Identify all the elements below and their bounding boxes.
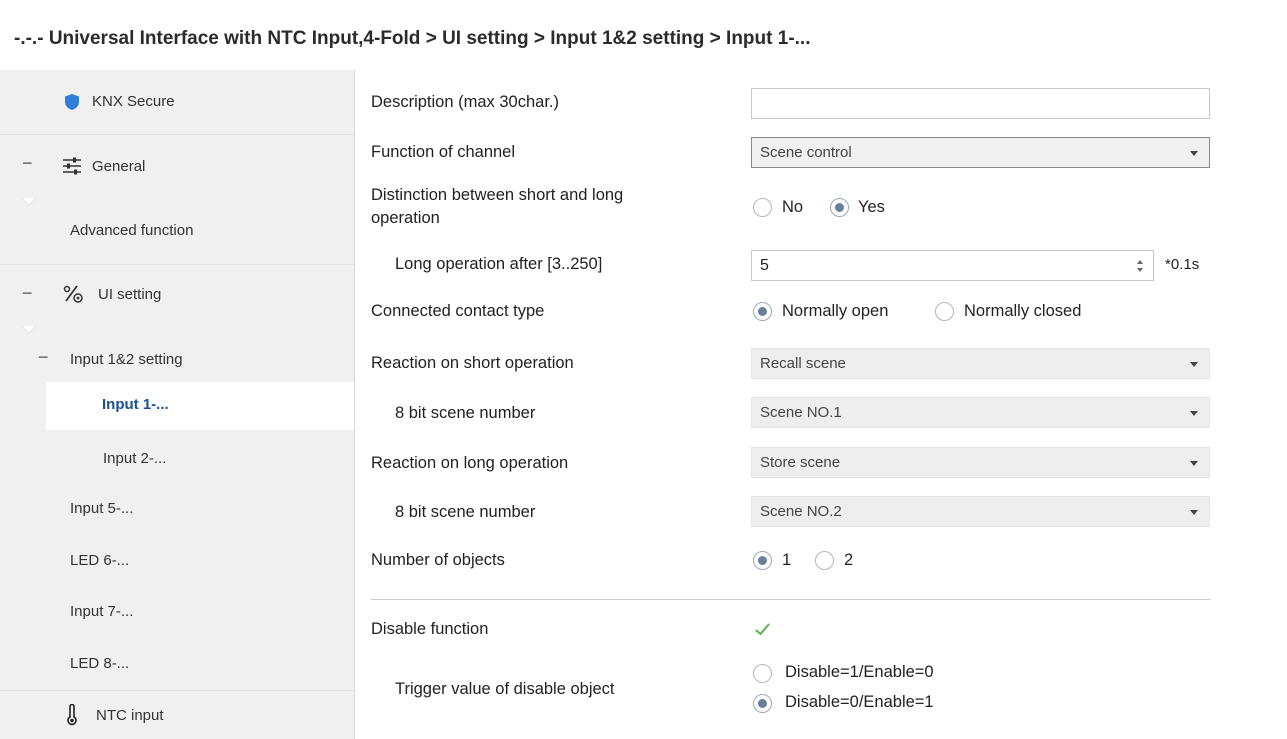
- sidebar-item-led-6[interactable]: LED 6-...: [0, 540, 354, 580]
- objects-1-label[interactable]: 1: [782, 551, 791, 570]
- scene-number-long-select[interactable]: Scene NO.2: [751, 496, 1210, 527]
- scene-number-long-label: 8 bit scene number: [395, 503, 536, 521]
- function-of-channel-select[interactable]: Scene control: [751, 137, 1210, 168]
- objects-2-radio[interactable]: [815, 551, 834, 570]
- sidebar-item-label: LED 6-...: [70, 552, 130, 569]
- contact-normally-open-radio[interactable]: [753, 302, 772, 321]
- objects-2-label[interactable]: 2: [844, 551, 853, 570]
- sidebar-item-label: UI setting: [98, 286, 162, 303]
- parameter-panel: Description (max 30char.) Function of ch…: [355, 70, 1287, 739]
- sidebar-item-label: LED 8-...: [70, 655, 130, 672]
- select-value: Scene NO.2: [760, 503, 842, 520]
- scene-number-short-label: 8 bit scene number: [395, 404, 536, 422]
- sidebar-item-advanced-function[interactable]: Advanced function: [0, 200, 354, 264]
- distinction-yes-radio[interactable]: [830, 198, 849, 217]
- contact-normally-closed-radio[interactable]: [935, 302, 954, 321]
- chevron-down-icon: [1190, 411, 1198, 416]
- select-value: Store scene: [760, 454, 841, 471]
- chevron-down-icon: [1190, 461, 1198, 466]
- distinction-yes-label[interactable]: Yes: [858, 198, 885, 217]
- trigger-disable0-label[interactable]: Disable=0/Enable=1: [785, 693, 934, 712]
- sidebar: KNX Secure − General Advanced function −: [0, 70, 354, 739]
- sidebar-item-label: Input 5-...: [70, 500, 134, 517]
- disable-function-label: Disable function: [371, 620, 489, 638]
- collapse-dash-icon[interactable]: −: [22, 283, 33, 304]
- section-divider: [371, 599, 1211, 600]
- long-operation-unit: *0.1s: [1165, 256, 1200, 273]
- trigger-disable1-label[interactable]: Disable=1/Enable=0: [785, 663, 934, 682]
- sidebar-item-label: Input 1&2 setting: [70, 351, 183, 368]
- sidebar-item-knx-secure[interactable]: KNX Secure: [0, 70, 354, 134]
- collapse-dash-icon[interactable]: −: [22, 153, 33, 174]
- description-label: Description (max 30char.): [371, 93, 559, 111]
- thermometer-icon: [66, 703, 78, 730]
- number-of-objects-label: Number of objects: [371, 551, 505, 569]
- sidebar-item-input-5[interactable]: Input 5-...: [0, 488, 354, 528]
- description-input[interactable]: [751, 88, 1210, 119]
- function-of-channel-label: Function of channel: [371, 143, 516, 161]
- reaction-short-label: Reaction on short operation: [371, 354, 574, 372]
- sidebar-item-led-8[interactable]: LED 8-...: [0, 643, 354, 683]
- distinction-label-line2: operation: [371, 209, 440, 227]
- reaction-long-label: Reaction on long operation: [371, 454, 569, 472]
- sidebar-item-label: KNX Secure: [92, 93, 175, 110]
- collapse-dash-icon[interactable]: −: [38, 347, 49, 368]
- select-value: Scene NO.1: [760, 404, 842, 421]
- sidebar-item-ntc-input[interactable]: NTC input: [0, 691, 354, 739]
- sidebar-item-label: Input 7-...: [70, 603, 134, 620]
- sidebar-item-general[interactable]: − General: [0, 135, 354, 199]
- sidebar-item-label: NTC input: [96, 707, 164, 724]
- long-operation-stepper[interactable]: 5: [751, 250, 1154, 281]
- header-bar: -.-.- Universal Interface with NTC Input…: [0, 0, 1287, 70]
- distinction-no-radio[interactable]: [753, 198, 772, 217]
- scene-number-short-select[interactable]: Scene NO.1: [751, 397, 1210, 428]
- spin-down-icon[interactable]: [1137, 268, 1143, 272]
- contact-normally-open-label[interactable]: Normally open: [782, 302, 888, 321]
- reaction-short-select[interactable]: Recall scene: [751, 348, 1210, 379]
- distinction-no-label[interactable]: No: [782, 198, 803, 217]
- sidebar-item-label: Input 2-...: [103, 450, 167, 467]
- sidebar-item-label: Input 1-...: [102, 396, 169, 413]
- sidebar-item-ui-setting[interactable]: − UI setting: [0, 265, 354, 327]
- shield-icon: [64, 93, 80, 115]
- sidebar-item-label: General: [92, 158, 146, 175]
- tree-notch: [22, 326, 36, 334]
- trigger-disable1-radio[interactable]: [753, 664, 772, 683]
- stepper-value: 5: [760, 257, 769, 274]
- select-value: Recall scene: [760, 355, 846, 372]
- trigger-disable0-radio[interactable]: [753, 694, 772, 713]
- sliders-icon: [62, 157, 82, 179]
- long-operation-label: Long operation after [3..250]: [395, 255, 603, 273]
- percent-gear-icon: [63, 284, 85, 308]
- spin-up-icon[interactable]: [1137, 260, 1143, 264]
- sidebar-item-input-1[interactable]: Input 1-...: [46, 382, 354, 430]
- checkmark-icon: [755, 623, 770, 636]
- reaction-long-select[interactable]: Store scene: [751, 447, 1210, 478]
- breadcrumb-title: -.-.- Universal Interface with NTC Input…: [14, 28, 811, 49]
- objects-1-radio[interactable]: [753, 551, 772, 570]
- trigger-value-label: Trigger value of disable object: [395, 680, 615, 698]
- chevron-down-icon: [1190, 362, 1198, 367]
- contact-normally-closed-label[interactable]: Normally closed: [964, 302, 1081, 321]
- disable-function-checkbox[interactable]: [752, 619, 773, 640]
- select-value: Scene control: [760, 144, 852, 161]
- chevron-down-icon: [1190, 151, 1198, 156]
- chevron-down-icon: [1190, 510, 1198, 515]
- sidebar-item-input-2[interactable]: Input 2-...: [0, 438, 354, 478]
- distinction-label-line1: Distinction between short and long: [371, 186, 624, 204]
- sidebar-item-input-12-setting[interactable]: − Input 1&2 setting: [0, 336, 354, 382]
- sidebar-item-input-7[interactable]: Input 7-...: [0, 592, 354, 632]
- contact-type-label: Connected contact type: [371, 302, 545, 320]
- sidebar-item-label: Advanced function: [70, 222, 194, 239]
